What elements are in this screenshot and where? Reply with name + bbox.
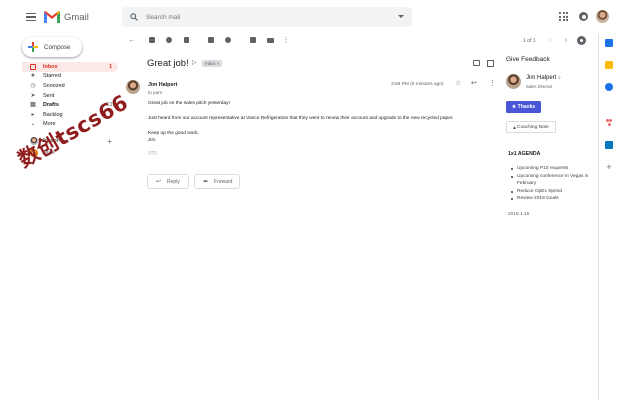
compose-button[interactable]: Compose — [22, 37, 82, 57]
agenda-title: 1x1 AGENDA — [508, 151, 541, 157]
thanks-label: Thanks — [517, 104, 536, 110]
important-marker-icon[interactable]: ▷ — [192, 60, 198, 66]
send-icon: ➤ — [30, 92, 36, 99]
reply-button[interactable]: ↩ Reply — [147, 174, 189, 189]
sidebar-item-label: Inbox — [43, 63, 58, 70]
feedback-avatar — [506, 74, 521, 89]
coaching-note-label: Coaching Note — [517, 124, 549, 130]
draft-icon: ▤ — [30, 102, 36, 109]
mark-unread-icon[interactable] — [207, 36, 215, 44]
email-subject: Great job! — [147, 58, 189, 69]
search-input[interactable] — [146, 13, 386, 21]
message-toolbar: ← ⋮ 1 of 1 ‹ › — [120, 34, 598, 48]
main-menu-icon[interactable] — [26, 12, 36, 22]
sidebar-item-snoozed[interactable]: ◷ Snoozed — [22, 81, 118, 91]
compose-label: Compose — [44, 43, 71, 51]
sidebar-item-label: Backlog — [43, 111, 63, 118]
label-icon: ▸ — [31, 111, 35, 118]
avatar[interactable] — [596, 10, 609, 23]
thanks-button[interactable]: ★ Thanks — [506, 101, 541, 113]
message-line: Just heard from our account representati… — [148, 116, 454, 121]
gear-icon[interactable] — [577, 36, 586, 45]
plus-icon — [28, 42, 38, 52]
star-icon: ★ — [30, 73, 36, 80]
chevron-down-icon: ⌄ — [30, 121, 36, 128]
sidebar-item-starred[interactable]: ★ Starred — [22, 72, 118, 82]
feedback-panel-title: Give Feedback — [506, 56, 550, 63]
agenda-date: 2019.1.15 — [508, 212, 530, 217]
search-bar[interactable] — [122, 7, 412, 27]
apps-grid-icon[interactable] — [559, 12, 568, 21]
forward-icon: ➦ — [203, 179, 209, 185]
feedback-person-name: Jim Halpert ⌕ — [526, 75, 561, 81]
forward-label: Forward — [214, 178, 233, 185]
tasks-icon[interactable] — [605, 83, 613, 91]
feedback-person-role: Sales Director — [526, 84, 553, 89]
archive-icon[interactable] — [148, 36, 156, 44]
reply-icon[interactable]: ↩ — [471, 80, 477, 87]
label-chip-text: Inbox — [205, 61, 216, 66]
agenda-item: Upcoming P10 requests — [511, 165, 596, 173]
gmail-logo[interactable]: Gmail — [44, 11, 89, 23]
sidebar-item-label: Sent — [43, 92, 55, 99]
open-in-new-window-icon[interactable] — [487, 60, 494, 67]
star-icon: ★ — [511, 104, 517, 110]
forward-button[interactable]: ➦ Forward — [194, 174, 240, 189]
agenda-list: Upcoming P10 requests Upcoming conferenc… — [511, 165, 596, 203]
star-icon[interactable]: ☆ — [455, 80, 461, 87]
search-options-icon[interactable] — [398, 15, 404, 18]
show-trimmed-content-button[interactable]: ··· — [148, 150, 157, 155]
search-icon[interactable]: ⌕ — [558, 75, 561, 81]
message-line: Keep up the good work, — [148, 131, 199, 136]
message-line: Jim — [148, 138, 156, 143]
agenda-item: Upcoming conference in Vegas in February — [511, 173, 596, 188]
sender-name: Jim Halpert — [148, 82, 178, 88]
back-arrow-icon[interactable]: ← — [128, 36, 136, 44]
side-panel-divider — [598, 34, 599, 400]
report-spam-icon[interactable] — [165, 36, 173, 44]
agenda-item: Reduce OpEx Spend — [511, 188, 596, 196]
chevron-left-icon[interactable]: ‹ — [546, 36, 554, 44]
chevron-right-icon[interactable]: › — [562, 36, 570, 44]
gmail-wordmark: Gmail — [64, 11, 89, 23]
move-to-icon[interactable] — [249, 36, 257, 44]
agenda-item: Review 2019 Goals — [511, 195, 596, 203]
reply-label: Reply — [167, 178, 180, 185]
pager-text: 1 of 1 — [523, 38, 536, 44]
lock-icon: 🔒︎ — [513, 124, 516, 130]
keep-icon[interactable] — [605, 61, 613, 69]
asana-icon[interactable] — [605, 119, 613, 127]
message-line: Great job on the sales pitch yesterday! — [148, 101, 230, 106]
label-chip[interactable]: Inbox × — [202, 60, 223, 67]
get-add-ons-icon[interactable]: + — [605, 163, 613, 172]
sender-avatar — [126, 80, 140, 94]
account-circle-icon[interactable] — [579, 12, 588, 21]
gmail-m-icon — [44, 11, 60, 23]
sidebar-item-inbox[interactable]: Inbox 1 — [22, 62, 118, 72]
sidebar-item-label: Snoozed — [43, 82, 65, 89]
add-person-icon[interactable]: + — [107, 137, 112, 146]
inbox-icon — [30, 63, 36, 70]
snooze-icon[interactable] — [224, 36, 232, 44]
calendar-icon[interactable] — [605, 39, 613, 47]
reply-icon: ↩ — [156, 179, 162, 185]
print-icon[interactable] — [473, 60, 480, 66]
more-vert-icon[interactable]: ⋮ — [489, 80, 496, 87]
sidebar-item-label: Drafts — [43, 102, 59, 109]
recipient-line[interactable]: to pam — [148, 90, 162, 95]
sidebar-item-label: Starred — [43, 73, 62, 80]
top-bar: Gmail — [0, 0, 640, 34]
trello-icon[interactable] — [605, 141, 613, 149]
more-vert-icon[interactable]: ⋮ — [282, 36, 290, 44]
feedback-name-text: Jim Halpert — [526, 75, 557, 81]
inbox-count: 1 — [109, 63, 112, 70]
message-time: 3:58 PM (0 minutes ago) — [391, 82, 444, 87]
coaching-note-button[interactable]: 🔒︎ Coaching Note — [506, 121, 556, 133]
search-icon[interactable] — [130, 13, 138, 21]
clock-icon: ◷ — [30, 82, 36, 89]
label-icon[interactable] — [266, 36, 274, 44]
delete-icon[interactable] — [182, 36, 190, 44]
